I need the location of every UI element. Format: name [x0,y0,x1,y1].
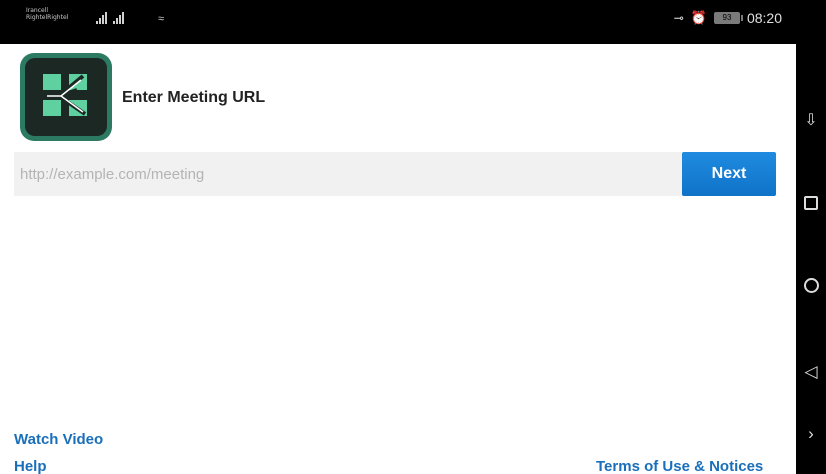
signal-indicators [96,12,124,24]
terms-link[interactable]: Terms of Use & Notices [596,458,763,474]
key-icon: ⊸ [673,11,684,25]
battery-icon: 93 [713,12,743,24]
app-logo-icon [20,53,112,141]
wifi-icon: ≈ [158,13,165,25]
carrier-line-2: RightelRightel [26,14,69,21]
chevron-right-icon[interactable]: › [796,424,826,444]
screen: Irancell RightelRightel ≈ ⊸ ⏰ 93 08:20 ⇩… [0,0,826,474]
back-triangle-icon[interactable]: ◁ [796,362,826,382]
carrier-line-1: Irancell [26,7,49,14]
navigation-bar: ⇩ ◁ › [796,0,826,474]
adobe-connect-logo-icon [43,74,87,116]
clock: 08:20 [746,10,782,26]
home-circle-icon[interactable] [804,278,819,293]
status-right: ⊸ ⏰ 93 08:20 [674,10,782,26]
help-link[interactable]: Help [14,458,47,474]
signal-icon [96,12,107,24]
watch-video-link[interactable]: Watch Video [14,431,103,448]
alarm-icon: ⏰ [690,10,707,25]
status-bar: Irancell RightelRightel ≈ ⊸ ⏰ 93 08:20 [0,0,796,44]
meeting-url-input[interactable] [14,152,686,196]
recents-square-icon[interactable] [804,196,818,210]
notification-pull-icon[interactable]: ⇩ [796,110,826,130]
page-title: Enter Meeting URL [122,89,266,106]
signal-icon [113,12,124,24]
carrier-name: Irancell RightelRightel [26,7,68,21]
next-button[interactable]: Next [682,152,776,196]
